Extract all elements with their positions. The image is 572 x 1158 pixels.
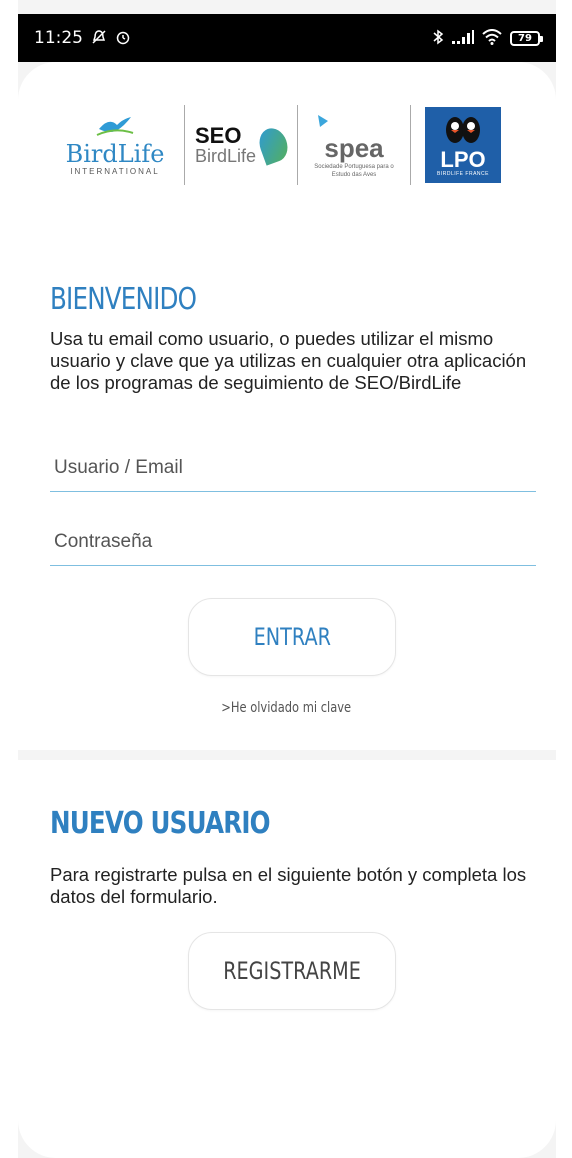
logo-divider xyxy=(184,105,185,185)
logo-divider xyxy=(410,105,411,185)
status-bar-right: 79 xyxy=(432,28,543,48)
birdlife-logo-name: BirdLife xyxy=(65,139,165,168)
lpo-logo-name: LPO xyxy=(440,146,486,172)
spea-bird-icon xyxy=(316,111,336,133)
login-button-label: ENTRAR xyxy=(253,623,331,651)
new-user-title: NUEVO USUARIO xyxy=(50,806,271,841)
kingfisher-icon xyxy=(255,124,293,166)
status-time: 11:25 xyxy=(34,28,83,48)
password-input[interactable] xyxy=(50,518,536,566)
new-user-description: Para registrarte pulsa en el siguiente b… xyxy=(50,864,527,907)
lpo-logo-sub: BIRDLIFE FRANCE xyxy=(437,170,489,177)
alarm-icon xyxy=(115,29,131,48)
spea-logo-name: spea xyxy=(324,133,384,164)
logo-divider xyxy=(297,105,298,185)
battery-level: 79 xyxy=(518,32,532,44)
register-button-label: REGISTRARME xyxy=(223,957,361,985)
forgot-password-label: >He olvidado mi clave xyxy=(221,700,351,716)
silent-icon xyxy=(91,29,107,48)
forgot-password-link[interactable]: >He olvidado mi clave xyxy=(0,700,572,716)
spea-logo-sub: Sociedade Portuguesa para o Estudo das A… xyxy=(314,164,394,178)
signal-icon xyxy=(452,29,474,47)
birdlife-international-logo: BirdLife INTERNATIONAL xyxy=(56,114,174,176)
partner-logos: BirdLife INTERNATIONAL SEO BirdLife spea… xyxy=(56,100,526,190)
lpo-logo: LPO BIRDLIFE FRANCE xyxy=(425,107,501,183)
birdlife-logo-sub: INTERNATIONAL xyxy=(70,167,160,177)
seo-birdlife-logo: SEO BirdLife xyxy=(195,123,293,166)
welcome-title: BIENVENIDO xyxy=(50,282,197,317)
birdlife-bird-icon xyxy=(95,114,135,142)
register-button[interactable]: REGISTRARME xyxy=(188,932,396,1010)
status-bar-left: 11:25 xyxy=(34,28,131,48)
welcome-description: Usa tu email como usuario, o puedes util… xyxy=(50,328,527,393)
seo-logo-text: SEO BirdLife xyxy=(195,123,257,166)
login-button[interactable]: ENTRAR xyxy=(188,598,396,676)
seo-logo-sub: BirdLife xyxy=(195,146,257,166)
bluetooth-icon xyxy=(432,29,444,48)
wifi-icon xyxy=(482,28,502,48)
username-email-input[interactable] xyxy=(50,444,536,492)
status-bar: 11:25 79 xyxy=(18,14,556,62)
puffins-icon xyxy=(441,114,485,149)
spea-logo: spea Sociedade Portuguesa para o Estudo … xyxy=(308,111,400,178)
battery-icon: 79 xyxy=(510,30,543,46)
seo-logo-name: SEO xyxy=(195,123,242,148)
